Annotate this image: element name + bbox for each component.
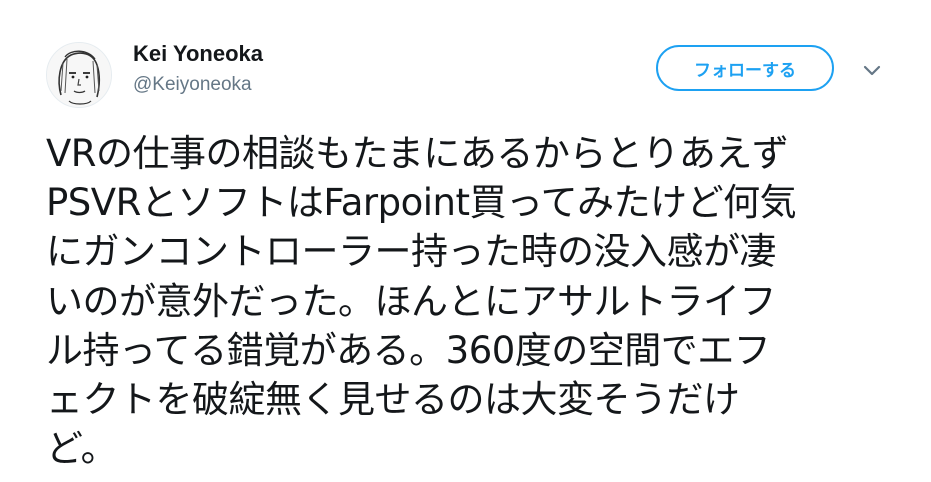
- chevron-down-icon[interactable]: [861, 61, 883, 79]
- sketch-face-icon: [47, 43, 111, 107]
- tweet-line: ル持ってる錯覚がある。360度の空間でエフ: [46, 328, 771, 372]
- tweet-line: ェクトを破綻無く見せるのは大変そうだけ: [46, 377, 740, 421]
- tweet-line: ど。: [46, 427, 118, 471]
- avatar[interactable]: [46, 42, 112, 108]
- follow-button[interactable]: フォローする: [656, 45, 834, 91]
- user-handle[interactable]: @Keiyoneoka: [133, 72, 263, 98]
- tweet-line: PSVRとソフトはFarpoint買ってみたけど何気: [46, 181, 797, 225]
- tweet-line: にガンコントローラー持った時の没入感が凄: [46, 230, 777, 274]
- tweet-line: VRの仕事の相談もたまにあるからとりあえず: [46, 132, 789, 175]
- tweet-line: いのが意外だった。ほんとにアサルトライフ: [46, 279, 777, 323]
- tweet-text: VRの仕事の相談もたまにあるからとりあえず PSVRとソフトはFarpoint買…: [46, 129, 891, 473]
- display-name[interactable]: Kei Yoneoka: [133, 40, 263, 68]
- user-info: Kei Yoneoka @Keiyoneoka: [133, 40, 263, 98]
